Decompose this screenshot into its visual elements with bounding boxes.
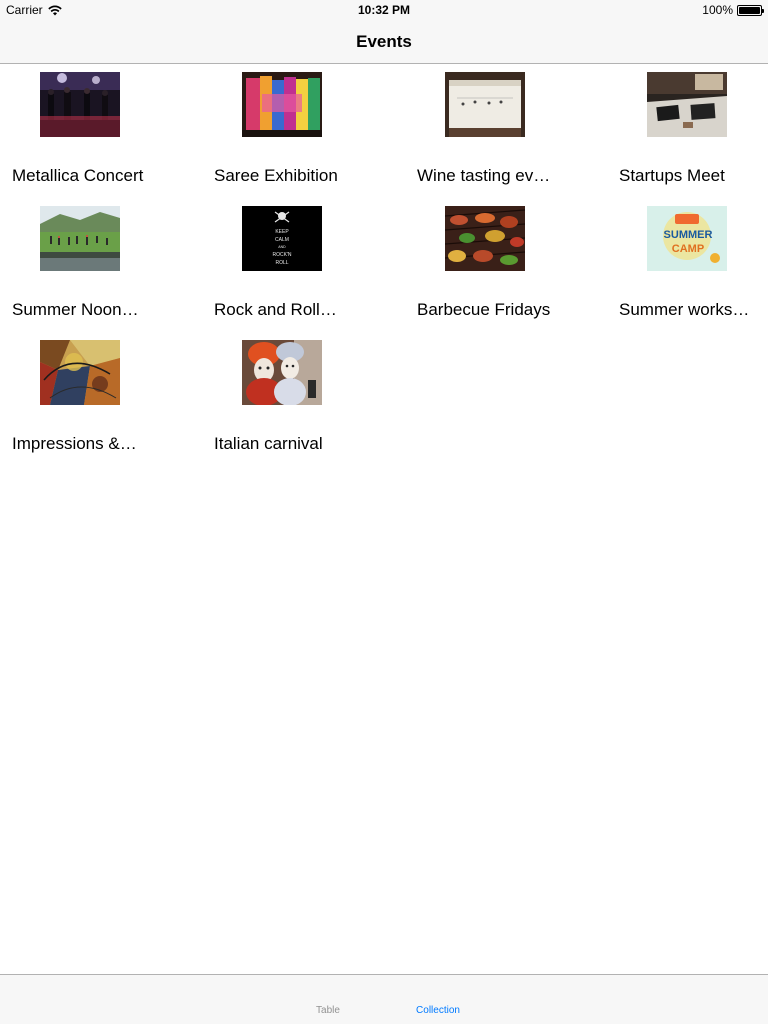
event-thumbnail	[242, 72, 322, 137]
poster-text-line: CAMP	[672, 243, 704, 255]
tab-bar: Table Collection	[0, 974, 768, 1024]
status-bar: Carrier 10:32 PM 100%	[0, 0, 768, 20]
tab-label: Table	[316, 1005, 340, 1016]
concert-photo-icon	[40, 72, 120, 137]
event-cell-startups[interactable]: Startups Meet	[619, 65, 768, 195]
event-thumbnail	[647, 72, 727, 137]
event-thumbnail	[40, 72, 120, 137]
event-title: Wine tasting ev…	[417, 166, 551, 185]
event-thumbnail	[445, 206, 525, 271]
event-title: Rock and Roll…	[214, 300, 337, 319]
wine-photo-icon	[445, 72, 525, 137]
tab-table[interactable]: Table	[283, 1005, 373, 1016]
event-title: Summer Noon…	[12, 300, 139, 319]
event-cell-metallica[interactable]: Metallica Concert	[12, 65, 172, 195]
carnival-masks-photo-icon	[242, 340, 322, 405]
poster-text-line: CALM	[275, 237, 289, 243]
event-cell-italian-carnival[interactable]: Italian carnival	[214, 333, 374, 463]
event-title: Saree Exhibition	[214, 166, 338, 185]
summer-camp-poster-icon: SUMMER CAMP	[647, 206, 727, 271]
event-title: Metallica Concert	[12, 166, 144, 185]
tab-collection[interactable]: Collection	[393, 1005, 483, 1016]
event-cell-impressions[interactable]: Impressions &…	[12, 333, 172, 463]
event-title: Summer works…	[619, 300, 750, 319]
poster-text-line: AND	[278, 245, 286, 249]
poster-text-line: SUMMER	[664, 229, 713, 241]
event-thumbnail	[40, 340, 120, 405]
page-title: Events	[356, 31, 412, 51]
event-thumbnail	[445, 72, 525, 137]
screen: Carrier 10:32 PM 100% Events Metallica C…	[0, 0, 768, 1024]
barbecue-photo-icon	[445, 206, 525, 271]
navigation-bar: Events	[0, 20, 768, 64]
battery-icon	[737, 4, 764, 16]
startup-photo-icon	[647, 72, 727, 137]
event-title: Italian carnival	[214, 434, 323, 453]
event-thumbnail	[242, 340, 322, 405]
poster-text-line: KEEP	[275, 229, 289, 235]
event-cell-saree[interactable]: Saree Exhibition	[214, 65, 374, 195]
poster-text-line: ROLL	[275, 260, 288, 266]
event-thumbnail: SUMMER CAMP	[647, 206, 727, 271]
event-thumbnail	[40, 206, 120, 271]
clock: 10:32 PM	[357, 3, 411, 17]
keep-calm-poster-icon: KEEP CALM AND ROCK'N ROLL	[242, 206, 322, 271]
event-cell-summer-workshop[interactable]: SUMMER CAMP Summer works…	[619, 199, 768, 329]
battery-group: 100%	[702, 3, 764, 17]
event-title: Startups Meet	[619, 166, 725, 185]
event-cell-barbecue[interactable]: Barbecue Fridays	[417, 199, 577, 329]
events-collection: Metallica Concert Saree Exhibition Wine …	[0, 65, 768, 973]
field-photo-icon	[40, 206, 120, 271]
event-cell-rock-and-roll[interactable]: KEEP CALM AND ROCK'N ROLL Rock and Roll…	[214, 199, 374, 329]
tab-label: Collection	[416, 1005, 460, 1016]
battery-percent: 100%	[702, 3, 733, 17]
event-title: Impressions &…	[12, 434, 137, 453]
event-cell-wine[interactable]: Wine tasting ev…	[417, 65, 577, 195]
event-title: Barbecue Fridays	[417, 300, 551, 319]
saree-photo-icon	[242, 72, 322, 137]
event-thumbnail: KEEP CALM AND ROCK'N ROLL	[242, 206, 322, 271]
event-cell-summer-noon[interactable]: Summer Noon…	[12, 199, 172, 329]
abstract-painting-icon	[40, 340, 120, 405]
poster-text-line: ROCK'N	[272, 252, 291, 258]
